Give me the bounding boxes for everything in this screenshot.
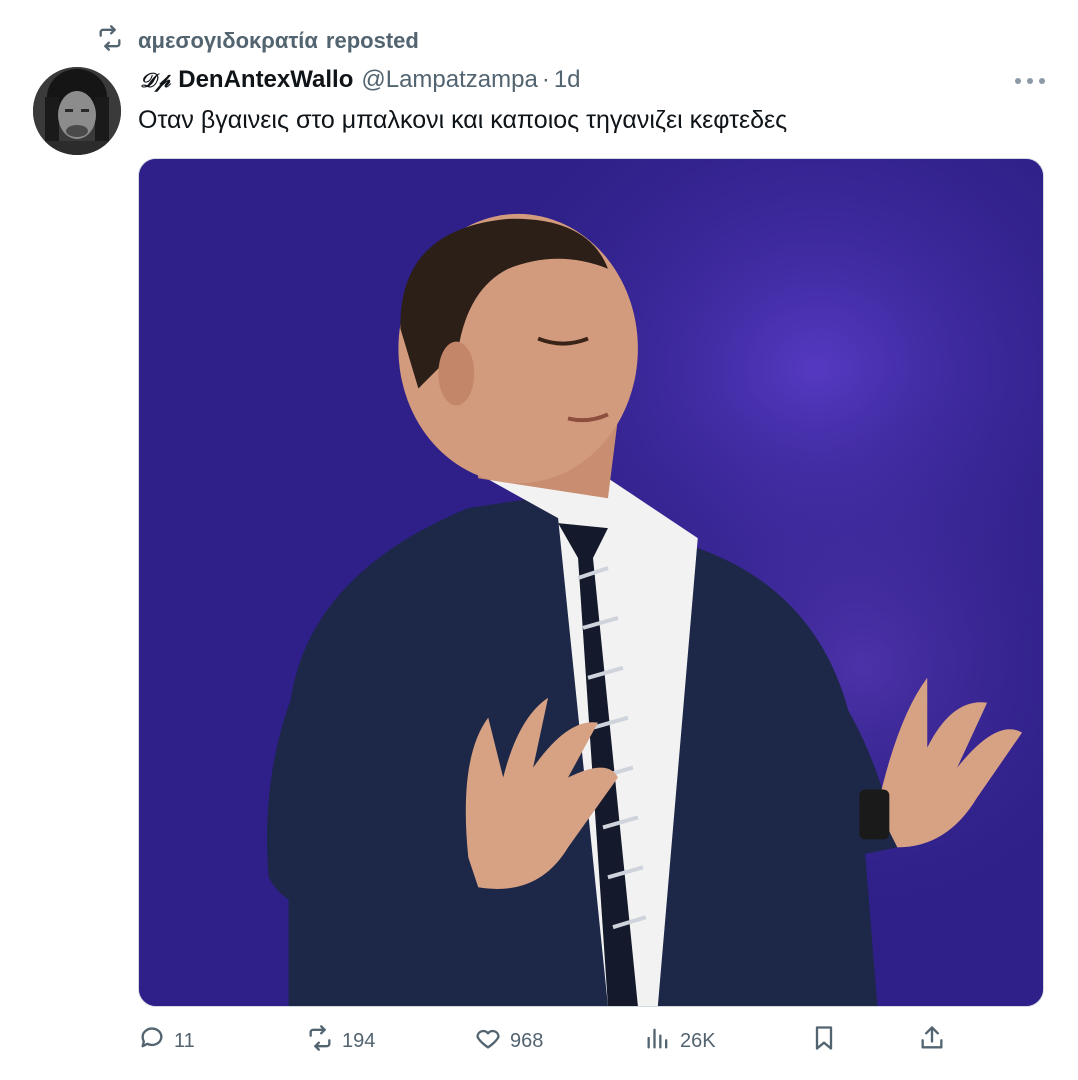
reply-button[interactable]: 11 — [138, 1022, 195, 1060]
share-button[interactable] — [918, 1022, 946, 1060]
more-options-button[interactable] — [1015, 66, 1045, 96]
repost-label: reposted — [325, 28, 419, 53]
display-name[interactable]: DenAntexWallo — [178, 66, 353, 94]
user-handle[interactable]: @Lampatzampa — [361, 66, 537, 94]
like-button[interactable]: 968 — [474, 1022, 543, 1060]
bookmark-icon — [810, 1024, 838, 1058]
separator: · — [541, 66, 550, 93]
more-dot — [1027, 78, 1033, 84]
tweet-text: Οταν βγαινεις στο μπαλκονι και καποιος τ… — [138, 106, 788, 134]
reply-count: 11 — [174, 1029, 195, 1052]
like-count: 968 — [510, 1029, 544, 1052]
user-avatar[interactable] — [33, 67, 121, 155]
reply-icon — [138, 1024, 166, 1058]
media-illustration — [139, 159, 1043, 1006]
repost-icon — [96, 24, 124, 58]
repost-button[interactable]: 194 — [306, 1022, 375, 1060]
heart-icon — [474, 1024, 502, 1058]
views-chart-icon — [644, 1024, 672, 1058]
repost-count: 194 — [342, 1029, 376, 1052]
tweet-card[interactable]: αμεσογιδοκρατία reposted 𝒟𝓅 DenAntexWall… — [0, 0, 1078, 1080]
more-dot — [1039, 78, 1045, 84]
tweet-actions: 11 194 968 26K — [138, 1022, 958, 1060]
repost-context[interactable]: αμεσογιδοκρατία reposted — [96, 24, 419, 58]
timestamp[interactable]: 1d — [554, 66, 581, 94]
tweet-header: 𝒟𝓅 DenAntexWallo @Lampatzampa · 1d — [140, 62, 581, 98]
share-icon — [918, 1024, 946, 1058]
bookmark-button[interactable] — [810, 1022, 838, 1060]
views-count: 26K — [680, 1029, 716, 1052]
name-emoji: 𝒟𝓅 — [140, 68, 171, 92]
tweet-media-photo[interactable] — [138, 158, 1044, 1007]
views-button[interactable]: 26K — [644, 1022, 716, 1060]
repost-icon — [306, 1024, 334, 1058]
more-horizontal-icon — [1015, 78, 1021, 84]
reposter-name[interactable]: αμεσογιδοκρατία — [138, 28, 318, 54]
